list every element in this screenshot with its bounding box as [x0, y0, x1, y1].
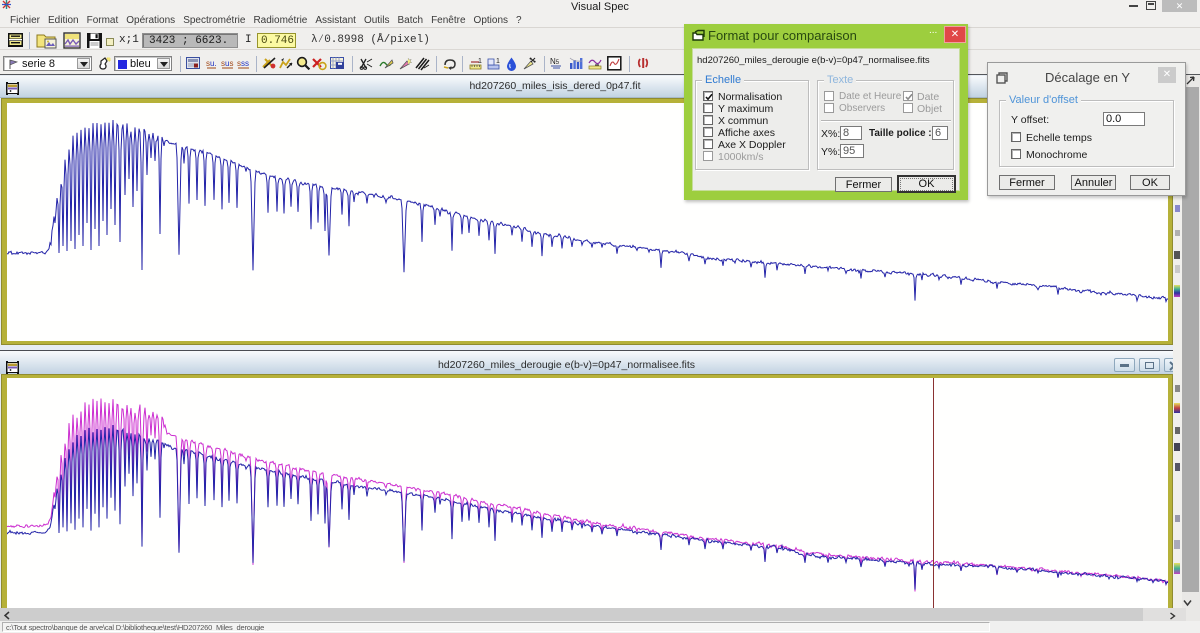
svg-text:N5: N5 — [550, 57, 560, 66]
svg-text:sss: sss — [237, 59, 249, 68]
svg-text:1: 1 — [478, 58, 482, 65]
svg-text:su.: su. — [206, 59, 217, 68]
svg-text:sus: sus — [221, 59, 233, 68]
svg-text:1: 1 — [496, 58, 500, 65]
